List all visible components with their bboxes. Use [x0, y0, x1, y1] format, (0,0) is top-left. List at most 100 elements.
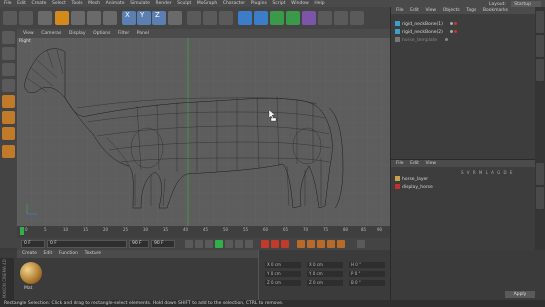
parameter-key-icon[interactable]: [327, 240, 335, 248]
visibility-dot-icon[interactable]: [450, 22, 454, 25]
material-name[interactable]: Mat: [24, 286, 32, 291]
layer-color-swatch[interactable]: [395, 176, 400, 181]
end-frame-field[interactable]: 90 F: [151, 240, 175, 248]
layer-row[interactable]: display_horse: [395, 184, 433, 191]
menu-mograph[interactable]: MoGraph: [197, 0, 217, 7]
previous-frame-icon[interactable]: [205, 240, 213, 248]
side-tab-content-browser[interactable]: [536, 35, 544, 57]
material-menu-function[interactable]: Function: [59, 250, 78, 258]
subdivision-icon[interactable]: [270, 11, 284, 25]
layer-color-swatch[interactable]: [395, 184, 400, 189]
menu-edit[interactable]: Edit: [17, 0, 26, 7]
om-menu-edit[interactable]: Edit: [410, 7, 419, 14]
render-settings-icon[interactable]: [219, 11, 233, 25]
object-row[interactable]: horse_template: [395, 37, 448, 44]
next-frame-icon[interactable]: [225, 240, 233, 248]
rot-h-field[interactable]: H 0 °: [349, 262, 385, 268]
menu-mesh[interactable]: Mesh: [88, 0, 100, 7]
light-icon[interactable]: [350, 11, 364, 25]
menu-help[interactable]: Help: [314, 0, 324, 7]
om-menu-objects[interactable]: Objects: [443, 7, 460, 14]
rotate-icon[interactable]: [87, 11, 101, 25]
menu-create[interactable]: Create: [31, 0, 46, 7]
point-level-key-icon[interactable]: [337, 240, 345, 248]
size-y-field[interactable]: Y 0 cm: [307, 271, 343, 277]
start-frame-field[interactable]: 0 F: [21, 240, 45, 248]
pen-spline-icon[interactable]: [254, 11, 268, 25]
coordinate-system-icon[interactable]: [168, 11, 182, 25]
om-menu-view[interactable]: View: [425, 7, 436, 14]
menu-file[interactable]: File: [4, 0, 12, 7]
rotation-key-icon[interactable]: [317, 240, 325, 248]
menu-select[interactable]: Select: [52, 0, 66, 7]
preview-max-field[interactable]: 90 F: [129, 240, 149, 248]
y-axis-icon[interactable]: Y: [137, 11, 151, 25]
size-x-field[interactable]: X 0 cm: [307, 262, 343, 268]
snap-icon[interactable]: [2, 145, 15, 158]
polygons-mode-icon[interactable]: [2, 127, 15, 140]
viewport-menu-options[interactable]: Options: [93, 29, 110, 38]
record-keys-icon[interactable]: [261, 240, 269, 248]
side-tab-attributes[interactable]: [536, 163, 544, 185]
make-editable-icon[interactable]: [2, 31, 15, 44]
pos-x-field[interactable]: X 0 cm: [265, 262, 301, 268]
render-view-icon[interactable]: [187, 11, 201, 25]
autokey-icon[interactable]: [271, 240, 279, 248]
menu-tools[interactable]: Tools: [71, 0, 82, 7]
rot-p-field[interactable]: P 0 °: [349, 271, 385, 277]
preview-min-field[interactable]: 0 F: [47, 240, 127, 248]
timeline-options-icon[interactable]: [357, 240, 365, 248]
next-key-icon[interactable]: [235, 240, 243, 248]
layer-tag-icon[interactable]: [454, 30, 458, 33]
deformer-icon[interactable]: [302, 11, 316, 25]
visibility-dot-icon[interactable]: [444, 38, 448, 41]
pos-z-field[interactable]: Z 0 cm: [265, 280, 301, 286]
scale-key-icon[interactable]: [307, 240, 315, 248]
om-menu-file[interactable]: File: [396, 7, 404, 14]
floor-icon[interactable]: [318, 11, 332, 25]
position-key-icon[interactable]: [297, 240, 305, 248]
side-tab-objects[interactable]: [536, 11, 544, 33]
pos-y-field[interactable]: Y 0 cm: [265, 271, 301, 277]
model-mode-icon[interactable]: [2, 47, 15, 60]
play-icon[interactable]: [215, 240, 223, 248]
undo-icon[interactable]: [3, 11, 17, 25]
apply-button[interactable]: Apply: [505, 291, 535, 298]
side-tab-layers[interactable]: [536, 187, 544, 209]
viewport-menu-cameras[interactable]: Cameras: [41, 29, 61, 38]
menu-render[interactable]: Render: [156, 0, 172, 7]
z-axis-icon[interactable]: Z: [152, 11, 166, 25]
camera-icon[interactable]: [334, 11, 348, 25]
layer-row[interactable]: horse_layer: [395, 176, 428, 183]
keyframe-selection-icon[interactable]: [281, 240, 289, 248]
texture-mode-icon[interactable]: [2, 63, 15, 76]
viewport-menu-view[interactable]: View: [23, 29, 34, 38]
menu-window[interactable]: Window: [291, 0, 309, 7]
timeline-ruler[interactable]: 0 5 10 15 20 25 30 35 40 45 50 55 60 65 …: [17, 226, 390, 238]
material-menu-create[interactable]: Create: [22, 250, 37, 258]
material-preview[interactable]: [20, 262, 42, 284]
menu-script[interactable]: Script: [272, 0, 285, 7]
previous-key-icon[interactable]: [195, 240, 203, 248]
move-icon[interactable]: [55, 11, 69, 25]
lm-menu-file[interactable]: File: [396, 160, 404, 167]
go-to-end-icon[interactable]: [245, 240, 253, 248]
menu-character[interactable]: Character: [223, 0, 245, 7]
size-z-field[interactable]: Z 0 cm: [307, 280, 343, 286]
lm-menu-view[interactable]: View: [425, 160, 436, 167]
edges-mode-icon[interactable]: [2, 111, 15, 124]
menu-sculpt[interactable]: Sculpt: [177, 0, 191, 7]
recent-tools-icon[interactable]: [103, 11, 117, 25]
points-mode-icon[interactable]: [2, 95, 15, 108]
viewport-menu-display[interactable]: Display: [69, 29, 86, 38]
rot-b-field[interactable]: B 0 °: [349, 280, 385, 286]
viewport-menu-panel[interactable]: Panel: [137, 29, 149, 38]
go-to-start-icon[interactable]: [185, 240, 193, 248]
workplane-icon[interactable]: [2, 79, 15, 92]
cursor-select-icon[interactable]: [38, 11, 52, 25]
object-row[interactable]: rigid_neckBone(1): [395, 21, 458, 28]
om-menu-tags[interactable]: Tags: [466, 7, 476, 14]
visibility-dot-icon[interactable]: [450, 30, 454, 33]
array-icon[interactable]: [286, 11, 300, 25]
menu-animate[interactable]: Animate: [106, 0, 125, 7]
